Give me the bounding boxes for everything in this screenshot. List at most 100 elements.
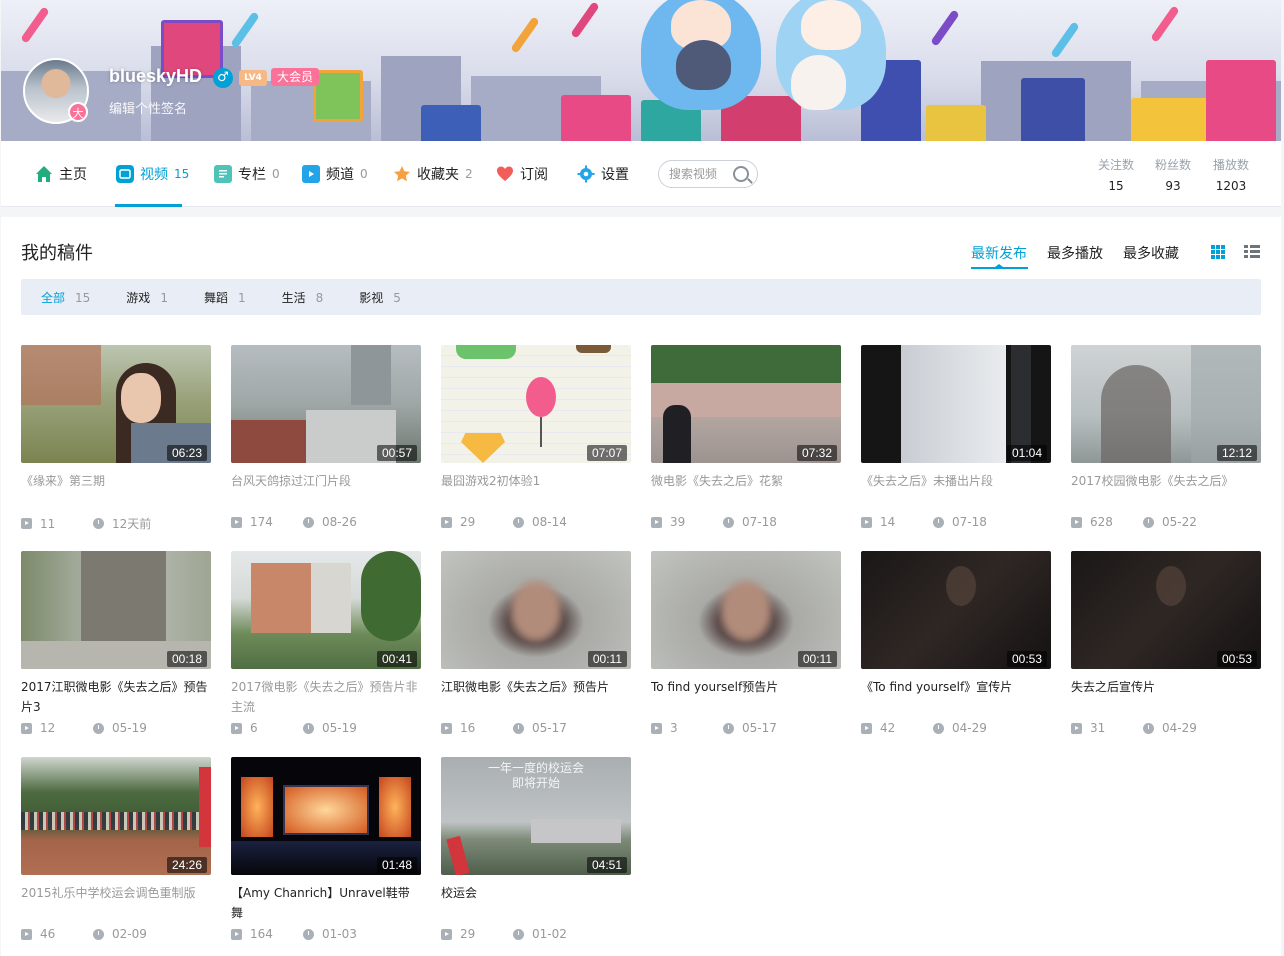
vip-badge[interactable]: 大会员 <box>271 68 320 86</box>
video-title[interactable]: 台风天鸽掠过江门片段 <box>231 471 421 511</box>
sort-indicator <box>971 264 1028 269</box>
video-meta: 16 05-17 <box>441 721 631 735</box>
video-thumbnail[interactable]: 00:57 <box>231 345 421 463</box>
video-thumbnail[interactable]: 00:41 <box>231 551 421 669</box>
video-thumbnail[interactable]: 24:26 <box>21 757 211 875</box>
video-thumbnail[interactable]: 00:53 <box>1071 551 1261 669</box>
video-duration: 00:53 <box>1006 651 1047 667</box>
video-duration: 00:11 <box>587 651 627 667</box>
tab-channels[interactable]: 频道 0 <box>302 141 368 207</box>
home-icon <box>35 165 53 183</box>
video-card[interactable]: 12:12 2017校园微电影《失去之后》 628 05-22 <box>1071 345 1261 533</box>
favorites-star-icon <box>393 165 411 183</box>
video-title[interactable]: 江职微电影《失去之后》预告片 <box>441 677 631 717</box>
play-count-icon <box>231 722 242 734</box>
video-meta: 42 04-29 <box>861 721 1051 735</box>
video-title[interactable]: 2017微电影《失去之后》预告片非主流 <box>231 677 421 717</box>
filter-game[interactable]: 游戏 1 <box>126 289 168 306</box>
clock-icon <box>303 722 314 734</box>
search-input[interactable] <box>669 167 733 181</box>
search-icon[interactable] <box>733 166 749 182</box>
video-thumbnail[interactable]: 01:48 <box>231 757 421 875</box>
video-thumbnail[interactable]: 一年一度的校运会 即将开始 04:51 <box>441 757 631 875</box>
filter-film[interactable]: 影视 5 <box>359 289 401 306</box>
video-title[interactable]: 《缘来》第三期 <box>21 471 211 511</box>
list-view-icon[interactable] <box>1244 245 1260 259</box>
video-title[interactable]: 2017校园微电影《失去之后》 <box>1071 471 1261 511</box>
video-duration: 24:26 <box>166 857 207 873</box>
tab-articles[interactable]: 专栏 0 <box>214 141 280 207</box>
play-count-icon <box>861 516 872 528</box>
video-thumbnail[interactable]: 06:23 <box>21 345 211 463</box>
video-search <box>658 160 758 188</box>
tab-settings[interactable]: 设置 <box>577 141 629 207</box>
video-meta: 46 02-09 <box>21 927 211 941</box>
video-card[interactable]: 00:18 2017江职微电影《失去之后》预告片3 12 05-19 <box>21 551 211 739</box>
filter-dance[interactable]: 舞蹈 1 <box>204 289 246 306</box>
video-thumbnail[interactable]: 07:32 <box>651 345 841 463</box>
article-icon <box>214 165 232 183</box>
section-title: 我的稿件 <box>21 243 93 264</box>
video-thumbnail[interactable]: 12:12 <box>1071 345 1261 463</box>
video-card[interactable]: 06:23 《缘来》第三期 11 12天前 <box>21 345 211 533</box>
video-thumbnail[interactable]: 00:11 <box>441 551 631 669</box>
video-title[interactable]: 失去之后宣传片 <box>1071 677 1261 717</box>
clock-icon <box>303 516 314 528</box>
video-card[interactable]: 01:48 【Amy Chanrich】Unravel鞋带舞 164 01-03 <box>231 757 421 945</box>
video-meta: 11 12天前 <box>21 515 211 532</box>
video-card[interactable]: 00:41 2017微电影《失去之后》预告片非主流 6 05-19 <box>231 551 421 739</box>
video-thumbnail[interactable]: 00:53 <box>861 551 1051 669</box>
video-card[interactable]: 一年一度的校运会 即将开始 04:51 校运会 29 01-02 <box>441 757 631 945</box>
grid-view-icon[interactable] <box>1211 245 1225 259</box>
video-title[interactable]: 校运会 <box>441 883 631 923</box>
video-title[interactable]: 《失去之后》未播出片段 <box>861 471 1051 511</box>
video-title[interactable]: 2017江职微电影《失去之后》预告片3 <box>21 677 211 717</box>
clock-icon <box>93 518 104 529</box>
tab-videos[interactable]: 视频 15 <box>116 141 189 207</box>
video-title[interactable]: 最囧游戏2初体验1 <box>441 471 631 511</box>
sort-most-played[interactable]: 最多播放 <box>1047 243 1103 263</box>
video-thumbnail[interactable]: 00:18 <box>21 551 211 669</box>
video-duration: 01:48 <box>376 857 417 873</box>
video-card[interactable]: 01:04 《失去之后》未播出片段 14 07-18 <box>861 345 1051 533</box>
signature-edit[interactable]: 编辑个性签名 <box>109 98 187 117</box>
active-tab-indicator <box>115 204 182 207</box>
play-count-icon <box>441 722 452 734</box>
video-card[interactable]: 07:32 微电影《失去之后》花絮 39 07-18 <box>651 345 841 533</box>
video-title[interactable]: 【Amy Chanrich】Unravel鞋带舞 <box>231 883 421 923</box>
video-title[interactable]: To find yourself预告片 <box>651 677 841 717</box>
video-card[interactable]: 24:26 2015礼乐中学校运会调色重制版 46 02-09 <box>21 757 211 945</box>
video-thumbnail[interactable]: 07:07 <box>441 345 631 463</box>
video-card[interactable]: 00:57 台风天鸽掠过江门片段 174 08-26 <box>231 345 421 533</box>
video-card[interactable]: 07:07 最囧游戏2初体验1 29 08-14 <box>441 345 631 533</box>
video-title[interactable]: 2015礼乐中学校运会调色重制版 <box>21 883 211 923</box>
sort-latest[interactable]: 最新发布 <box>971 243 1027 263</box>
tab-home[interactable]: 主页 <box>35 141 87 207</box>
filter-life[interactable]: 生活 8 <box>282 289 324 306</box>
tab-favorites[interactable]: 收藏夹 2 <box>393 141 473 207</box>
video-duration: 12:12 <box>1216 445 1257 461</box>
stat-following[interactable]: 关注数 15 <box>1086 156 1146 193</box>
video-title[interactable]: 《To find yourself》宣传片 <box>861 677 1051 717</box>
stat-followers[interactable]: 粉丝数 93 <box>1143 156 1203 193</box>
video-icon <box>116 165 134 183</box>
video-meta: 628 05-22 <box>1071 515 1261 529</box>
video-card[interactable]: 00:53 《To find yourself》宣传片 42 04-29 <box>861 551 1051 739</box>
video-title[interactable]: 微电影《失去之后》花絮 <box>651 471 841 511</box>
video-thumbnail[interactable]: 01:04 <box>861 345 1051 463</box>
video-thumbnail[interactable]: 00:11 <box>651 551 841 669</box>
play-count-icon <box>1071 516 1082 528</box>
tab-subscriptions[interactable]: 订阅 <box>496 141 548 207</box>
filter-all[interactable]: 全部 15 <box>41 289 90 306</box>
clock-icon <box>723 516 734 528</box>
sort-most-favorited[interactable]: 最多收藏 <box>1123 243 1179 263</box>
video-duration: 07:07 <box>586 445 627 461</box>
video-card[interactable]: 00:53 失去之后宣传片 31 04-29 <box>1071 551 1261 739</box>
clock-icon <box>1143 516 1154 528</box>
video-grid: 06:23 《缘来》第三期 11 12天前 00:57 台风天鸽掠过江门片段 1… <box>21 345 1271 945</box>
play-count-icon <box>21 518 32 529</box>
play-count-icon <box>21 722 32 734</box>
video-card[interactable]: 00:11 To find yourself预告片 3 05-17 <box>651 551 841 739</box>
stat-plays: 播放数 1203 <box>1212 158 1249 193</box>
video-card[interactable]: 00:11 江职微电影《失去之后》预告片 16 05-17 <box>441 551 631 739</box>
